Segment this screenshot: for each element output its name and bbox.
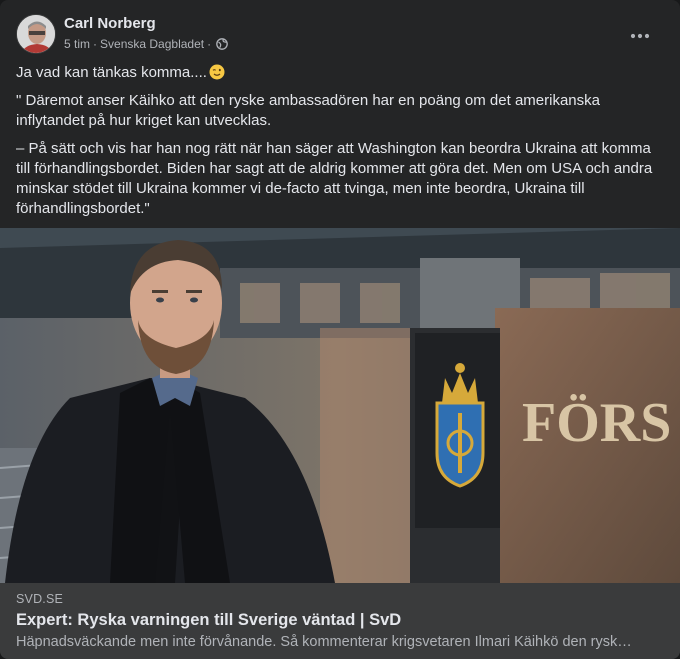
building-sign-text: FÖRS [522, 392, 671, 454]
post-paragraph: Ja vad kan tänkas komma.... [16, 63, 661, 83]
link-domain: SVD.SE [16, 592, 64, 606]
post-meta: 5 tim · Svenska Dagbladet · [64, 37, 228, 51]
link-description: Häpnadsväckande men inte förvånande. Så … [16, 634, 632, 650]
more-options-button[interactable] [622, 18, 658, 54]
article-photo: FÖRS [0, 228, 680, 583]
link-preview[interactable]: FÖRS SVD.SE Expert: Ryska varningen till… [0, 228, 680, 659]
post-source[interactable]: Svenska Dagbladet [100, 37, 204, 51]
post-header: Carl Norberg 5 tim · Svenska Dagbladet · [16, 14, 666, 56]
post-paragraph: – På sätt och vis har han nog rätt när h… [16, 140, 653, 217]
post-timestamp[interactable]: 5 tim [64, 37, 90, 51]
wink-emoji-icon [209, 64, 225, 80]
post-text: Ja vad kan tänkas komma.... " Däremot an… [16, 63, 661, 227]
more-horizontal-icon [630, 33, 650, 39]
author-avatar[interactable] [16, 14, 56, 54]
post-card: Carl Norberg 5 tim · Svenska Dagbladet ·… [0, 0, 680, 659]
author-name[interactable]: Carl Norberg [64, 15, 156, 32]
post-paragraph: " Däremot anser Käihko att den ryske amb… [16, 92, 600, 129]
meta-separator: · [207, 37, 212, 51]
globe-icon [216, 38, 228, 50]
link-info[interactable]: SVD.SE Expert: Ryska varningen till Sver… [0, 583, 680, 659]
link-headline[interactable]: Expert: Ryska varningen till Sverige vän… [16, 611, 401, 630]
meta-separator: · [93, 37, 98, 51]
